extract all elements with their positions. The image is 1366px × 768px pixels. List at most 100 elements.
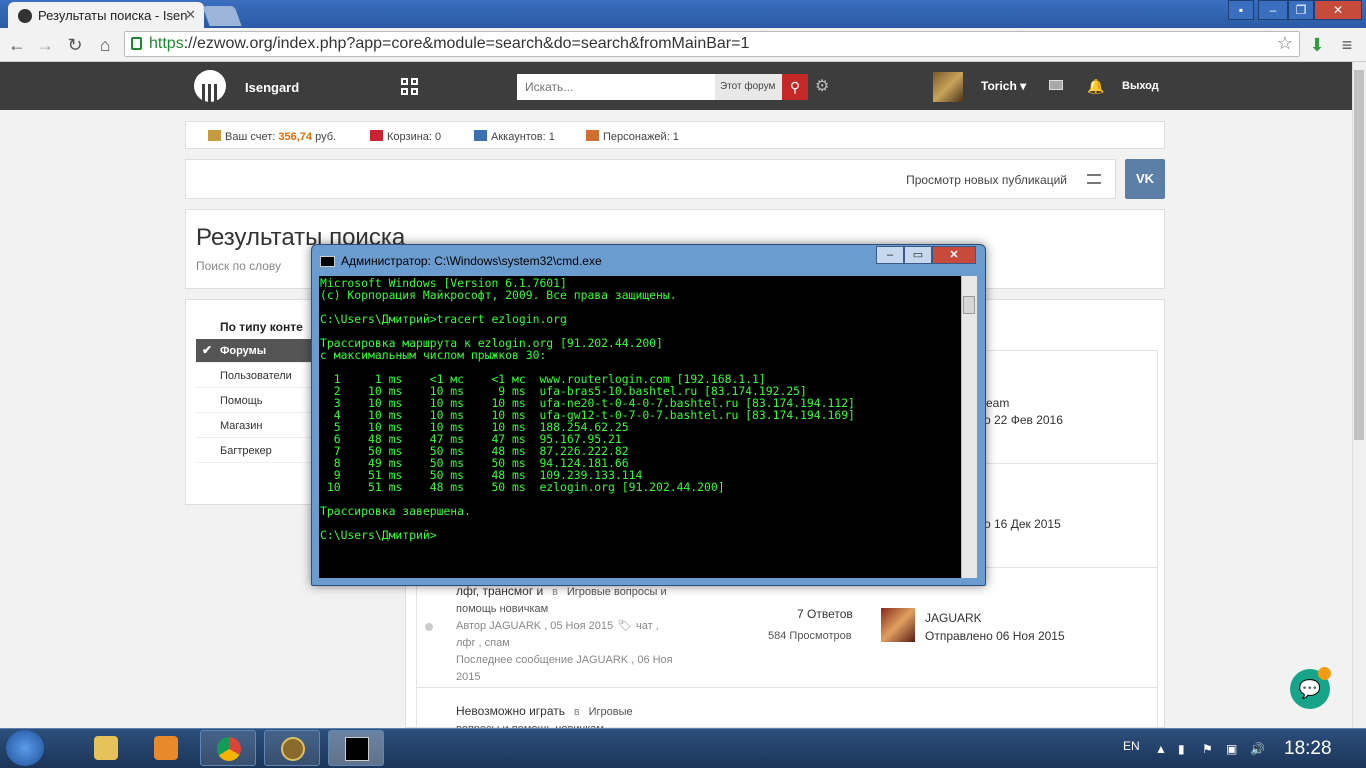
last-author[interactable]: eam (986, 396, 1009, 410)
unread-dot-icon (425, 623, 433, 631)
user-menu[interactable]: Torich ▾ (981, 79, 1026, 93)
balance: Ваш счет: 356,74 руб. (208, 130, 336, 143)
cmd-taskbar-icon (345, 737, 369, 761)
topic-tags-cont[interactable]: лфг , спам (456, 637, 510, 649)
last-date: о 22 Фев 2016 (984, 413, 1063, 427)
flag-icon[interactable]: ⚑ (1202, 742, 1213, 756)
site-favicon-icon (18, 9, 32, 23)
avatar[interactable] (881, 608, 915, 642)
forum-link[interactable]: Игровые вопросы и (567, 586, 667, 598)
topic-row[interactable]: Невозможно играть в Игровые вопросы и по… (416, 688, 1158, 735)
system-clock[interactable]: 18:28 (1284, 738, 1332, 760)
site-brand[interactable]: Isengard (245, 80, 299, 95)
bell-icon[interactable]: 🔔 (1087, 78, 1104, 95)
wallet-icon (208, 130, 221, 141)
mail-icon[interactable] (1049, 80, 1063, 90)
topic-title[interactable]: Невозможно играть (456, 704, 565, 718)
media-player-icon (154, 736, 178, 760)
url-scheme: https (149, 35, 184, 52)
download-icon[interactable]: ⬇ (1306, 34, 1328, 56)
cmd-close-icon[interactable]: ✕ (932, 246, 976, 264)
page-subtitle: Поиск по слову (196, 259, 282, 273)
topic-author: Автор JAGUARK , 05 Ноя 2015 (456, 620, 614, 632)
new-tab-button[interactable] (202, 6, 242, 26)
cmd-scrollbar[interactable] (961, 276, 977, 578)
back-icon[interactable]: ← (6, 34, 28, 56)
characters-icon (586, 130, 599, 141)
forum-link-cont[interactable]: помощь новичкам (456, 603, 548, 615)
search-input[interactable] (517, 74, 715, 100)
characters-link[interactable]: Персонажей: 1 (586, 130, 679, 143)
check-icon: ✔ (202, 343, 213, 357)
language-indicator[interactable]: EN (1123, 739, 1140, 753)
site-logo[interactable] (194, 70, 226, 102)
volume-icon[interactable]: 🔊 (1250, 742, 1265, 756)
address-bar[interactable]: https://ezwow.org/index.php?app=core&mod… (124, 31, 1300, 57)
account-info-bar: Ваш счет: 356,74 руб. Корзина: 0 Аккаунт… (185, 121, 1165, 149)
logout-link[interactable]: Выход (1122, 80, 1159, 92)
bookmark-star-icon[interactable]: ☆ (1277, 33, 1293, 54)
tab-title: Результаты поиска - Isen (38, 8, 188, 23)
in-label: в (552, 586, 558, 598)
chrome-taskbar-button[interactable] (200, 730, 256, 766)
cmd-output[interactable]: Microsoft Windows [Version 6.1.7601] (c)… (320, 277, 960, 577)
forward-icon[interactable]: → (34, 34, 56, 56)
close-window-icon[interactable]: ✕ (1314, 0, 1362, 20)
cmd-title: Администратор: C:\Windows\system32\cmd.e… (341, 254, 602, 268)
replies-count: 7 Ответов (797, 607, 853, 621)
maximize-icon[interactable]: ❐ (1288, 0, 1314, 20)
vk-button[interactable]: VK (1125, 159, 1165, 199)
media-player-taskbar-button[interactable] (138, 730, 194, 766)
gear-icon[interactable]: ⚙ (815, 76, 829, 96)
last-post-info: Последнее сообщение JAGUARK , 06 Ноя (456, 654, 673, 666)
list-icon[interactable] (1087, 174, 1101, 184)
tag-icon: 🏷 (617, 620, 632, 632)
new-publications-link[interactable]: Просмотр новых публикаций (906, 173, 1067, 187)
folder-icon (94, 736, 118, 760)
cpu-icon[interactable]: ▣ (1226, 742, 1237, 756)
accounts-icon (474, 130, 487, 141)
cart-icon (370, 130, 383, 141)
topic-title[interactable]: лфг, трансмог и (456, 584, 543, 598)
lock-icon (131, 37, 142, 50)
url-rest: ://ezwow.org/index.php?app=core&module=s… (183, 35, 750, 52)
user-profile-icon[interactable]: ▪ (1228, 0, 1254, 20)
home-icon[interactable]: ⌂ (94, 34, 116, 56)
wow-taskbar-button[interactable] (264, 730, 320, 766)
cmd-minimize-icon[interactable]: – (876, 246, 904, 264)
search-button[interactable]: ⚲ (782, 74, 808, 100)
sidebar-heading: По типу конте (220, 320, 303, 334)
reload-icon[interactable]: ↻ (64, 34, 86, 56)
chrome-icon (217, 737, 241, 761)
minimize-icon[interactable]: – (1258, 0, 1288, 20)
chevron-down-icon: ▾ (1020, 79, 1027, 93)
explorer-taskbar-button[interactable] (78, 730, 134, 766)
cmd-icon (320, 256, 335, 267)
page-scrollbar-thumb[interactable] (1354, 70, 1364, 440)
topic-row[interactable]: лфг, трансмог и в Игровые вопросы и помо… (416, 568, 1158, 688)
tray-arrow-icon[interactable]: ▲ (1155, 742, 1167, 756)
topic-tags[interactable]: чат , (636, 620, 659, 632)
views-count: 584 Просмотров (768, 630, 852, 642)
search-scope-dropdown[interactable]: Этот форум (715, 74, 782, 100)
chat-notification-badge (1318, 667, 1331, 680)
accounts-link[interactable]: Аккаунтов: 1 (474, 130, 555, 143)
start-button[interactable] (6, 730, 44, 766)
forum-link[interactable]: Игровые (589, 706, 633, 718)
close-tab-icon[interactable]: ✕ (185, 7, 196, 23)
browser-tab-active[interactable]: Результаты поиска - Isen ✕ (8, 2, 204, 28)
cart-link[interactable]: Корзина: 0 (370, 130, 441, 143)
wow-icon (281, 737, 305, 761)
cmd-scrollbar-thumb[interactable] (963, 296, 975, 314)
cmd-taskbar-button[interactable] (328, 730, 384, 766)
last-date: о 16 Дек 2015 (984, 517, 1061, 531)
last-author[interactable]: JAGUARK (925, 611, 982, 625)
menu-icon[interactable]: ≡ (1336, 34, 1358, 56)
new-publications-bar: Просмотр новых публикаций (185, 159, 1116, 199)
avatar[interactable] (933, 72, 963, 102)
apps-grid-icon[interactable] (401, 78, 419, 96)
in-label: в (573, 706, 580, 718)
username: Torich (981, 79, 1017, 93)
network-icon[interactable]: ▮ (1178, 742, 1185, 756)
cmd-maximize-icon[interactable]: ▭ (904, 246, 932, 264)
